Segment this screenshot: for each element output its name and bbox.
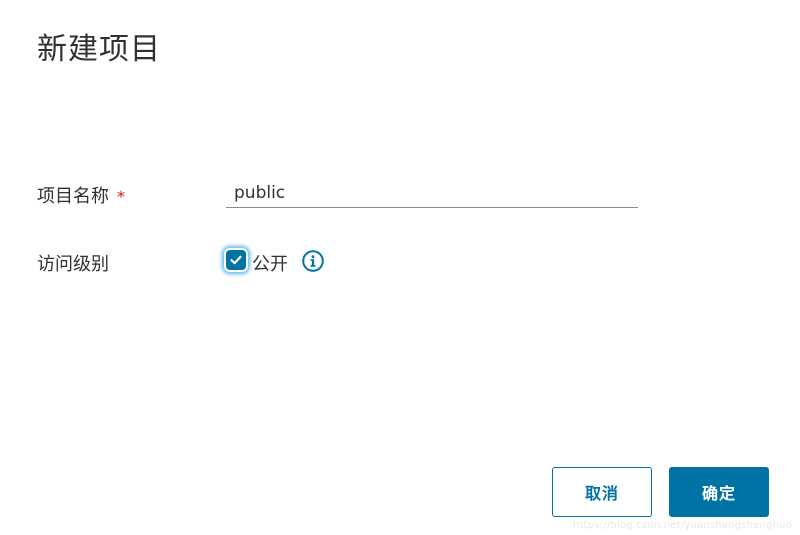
info-circle-icon[interactable] [302, 250, 324, 272]
project-name-input[interactable] [226, 178, 638, 208]
watermark-text: https://blog.csdn.net/yuanshangshenghuo [572, 520, 792, 531]
project-name-label: 项目名称 * [37, 182, 125, 208]
ok-button[interactable]: 确定 [669, 467, 769, 517]
checkmark-icon [230, 255, 242, 265]
project-name-label-text: 项目名称 [37, 186, 109, 207]
dialog-title: 新建项目 [37, 32, 161, 67]
required-mark: * [117, 187, 125, 206]
public-checkbox-label[interactable]: 公开 [252, 250, 288, 276]
new-project-dialog: 新建项目 项目名称 * 访问级别 公开 取消 确定 https://blog.cs… [0, 0, 800, 535]
access-level-label: 访问级别 [37, 254, 109, 275]
public-checkbox[interactable] [226, 250, 246, 270]
cancel-button[interactable]: 取消 [552, 467, 652, 517]
